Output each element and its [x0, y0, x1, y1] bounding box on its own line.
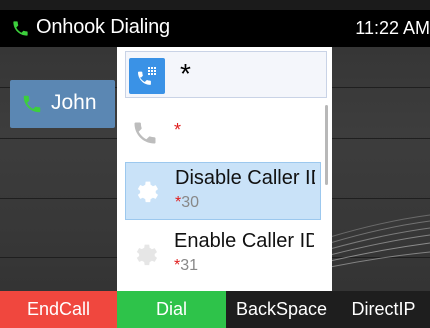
gear-icon — [136, 244, 158, 266]
phone-handset-icon — [13, 21, 28, 36]
list-item-star: * — [174, 120, 182, 140]
feature-code-list: * Disable Caller ID *30 Enable Caller ID… — [117, 105, 332, 291]
code-number: 30 — [181, 194, 200, 211]
clock: 11:22 AM — [355, 18, 430, 38]
list-item-disable-caller-id[interactable]: Disable Caller ID *30 — [125, 162, 321, 220]
softkey-bar: EndCall Dial BackSpace DirectIP — [0, 291, 430, 328]
phone-handset-icon — [134, 122, 156, 144]
list-scrollbar[interactable] — [325, 105, 328, 185]
list-item-enable-caller-id[interactable]: Enable Caller ID *31 — [125, 226, 321, 284]
list-item-name: Disable Caller ID — [175, 167, 315, 189]
screen-title: Onhook Dialing — [36, 16, 170, 38]
dial-softkey[interactable]: Dial — [117, 291, 226, 328]
list-item-name: Enable Caller ID — [174, 230, 314, 252]
status-bar: Onhook Dialing 11:22 AM — [0, 10, 430, 47]
dial-popup: * * Disable Caller ID *30 Enable Caller … — [117, 47, 332, 291]
list-item-code: *30 — [175, 194, 199, 212]
gear-icon — [137, 181, 159, 203]
dialpad-phone-icon — [138, 67, 156, 85]
dial-input-value: * — [180, 58, 191, 89]
directip-softkey[interactable]: DirectIP — [337, 291, 430, 328]
code-number: 31 — [180, 257, 199, 274]
endcall-softkey[interactable]: EndCall — [0, 291, 117, 328]
line-key-john[interactable]: John — [10, 80, 115, 128]
list-item-code: *31 — [174, 257, 198, 275]
list-item[interactable]: * — [125, 105, 321, 163]
backspace-softkey[interactable]: BackSpace — [226, 291, 337, 328]
line-key-label: John — [51, 91, 97, 114]
phone-handset-icon — [23, 95, 41, 113]
dialpad-phone-icon — [129, 58, 165, 94]
dial-input-field[interactable]: * — [125, 51, 327, 98]
